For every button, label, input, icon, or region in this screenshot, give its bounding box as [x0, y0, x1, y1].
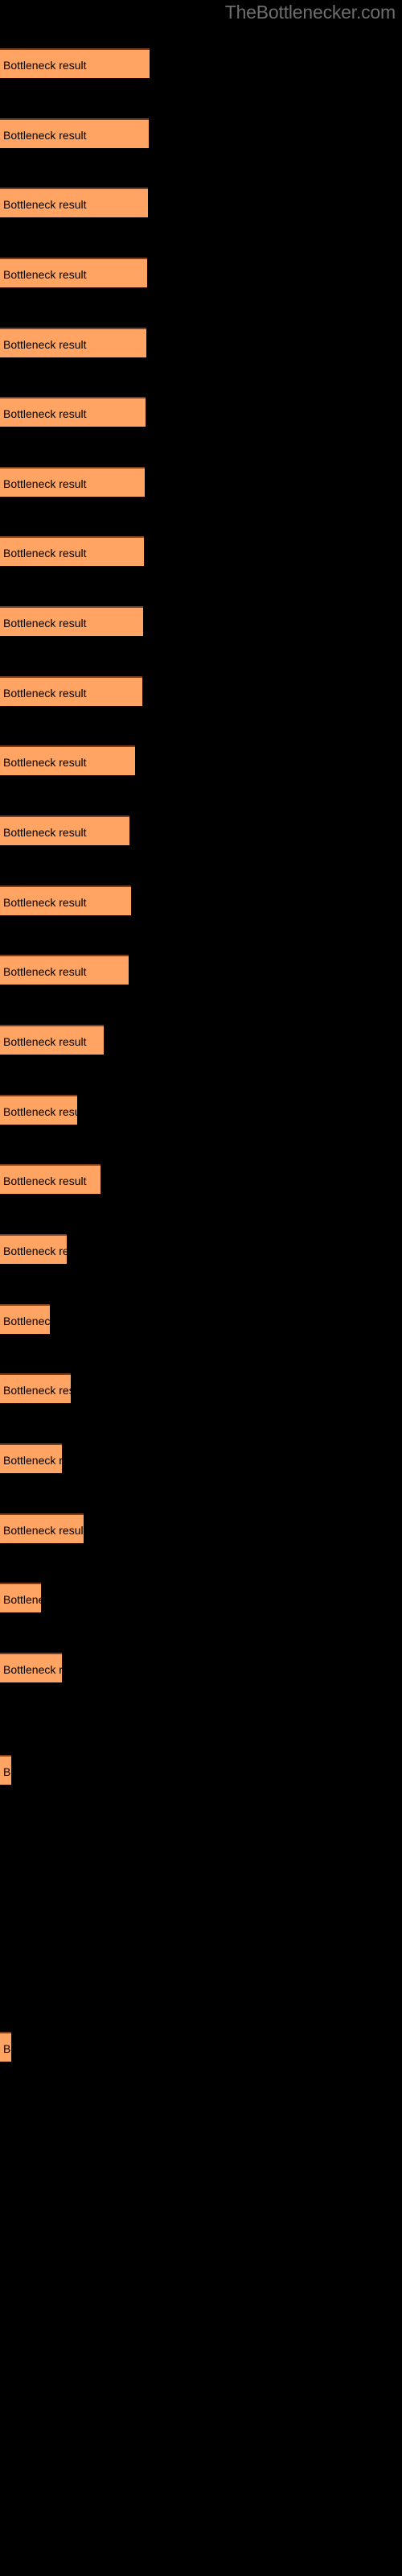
bottleneck-result-bar[interactable]: Bottleneck result [0, 1513, 84, 1543]
bar-label: Bottleneck result [3, 547, 87, 559]
bottleneck-result-bar[interactable]: Bottleneck result [0, 1583, 41, 1612]
bar-label: Bottleneck result [3, 1105, 77, 1118]
bottleneck-result-bar[interactable]: Bottleneck result [0, 676, 142, 706]
bottleneck-bar-chart: Bottleneck result Bottleneck result Bottle… [0, 0, 402, 2576]
bar-label: Bottleneck result [3, 1245, 67, 1257]
bottleneck-result-bar[interactable]: Bottleneck result [0, 1443, 62, 1473]
bottleneck-result-bar[interactable]: Bottleneck result [0, 1653, 62, 1682]
bar-label: Bottleneck result [3, 198, 87, 211]
bar-label: Bottleneck result [3, 756, 87, 769]
bar-label: Bottleneck result [3, 338, 87, 351]
bar-label: Bottleneck result [3, 1765, 11, 1778]
bottleneck-result-bar[interactable]: Bottleneck result [0, 1095, 77, 1125]
bottleneck-result-bar[interactable]: Bottleneck result [0, 188, 148, 217]
bar-label: Bottleneck result [3, 687, 87, 700]
bottleneck-result-bar[interactable]: Bottleneck result [0, 1304, 50, 1334]
bar-label: Bottleneck result [3, 1384, 71, 1397]
bar-label: Bottleneck result [3, 268, 87, 281]
bottleneck-result-bar[interactable]: Bottleneck result [0, 1164, 100, 1194]
bottleneck-result-bar[interactable]: Bottleneck result [0, 258, 147, 287]
bar-label: Bottleneck result [3, 1035, 87, 1048]
bar-label: Bottleneck result [3, 129, 87, 142]
bottleneck-result-bar[interactable]: Bottleneck result [0, 606, 143, 636]
bar-label: Bottleneck result [3, 407, 87, 420]
bottleneck-result-bar[interactable]: Bottleneck result [0, 1755, 11, 1785]
bottleneck-result-bar[interactable]: Bottleneck result [0, 815, 129, 845]
bar-label: Bottleneck result [3, 477, 87, 490]
bar-label: Bottleneck result [3, 1174, 87, 1187]
bar-label: Bottleneck result [3, 1315, 50, 1327]
bar-label: Bottleneck result [3, 59, 87, 72]
bar-label: Bottleneck result [3, 2042, 11, 2055]
bar-label: Bottleneck result [3, 1524, 84, 1537]
bottleneck-result-bar[interactable]: Bottleneck result [0, 118, 149, 148]
bottleneck-result-bar[interactable]: Bottleneck result [0, 2032, 11, 2062]
bar-label: Bottleneck result [3, 826, 87, 839]
bottleneck-result-bar[interactable]: Bottleneck result [0, 1234, 67, 1264]
bar-label: Bottleneck result [3, 617, 87, 630]
bar-label: Bottleneck result [3, 896, 87, 909]
bottleneck-result-bar[interactable]: Bottleneck result [0, 467, 145, 497]
bar-label: Bottleneck result [3, 1454, 62, 1467]
bottleneck-result-bar[interactable]: Bottleneck result [0, 745, 135, 775]
bottleneck-result-bar[interactable]: Bottleneck result [0, 536, 144, 566]
bottleneck-result-bar[interactable]: Bottleneck result [0, 1025, 104, 1055]
bottleneck-result-bar[interactable]: Bottleneck result [0, 328, 146, 357]
bar-label: Bottleneck result [3, 1663, 62, 1676]
bar-label: Bottleneck result [3, 1593, 41, 1606]
bar-label: Bottleneck result [3, 965, 87, 978]
bottleneck-result-bar[interactable]: Bottleneck result [0, 1373, 71, 1403]
bottleneck-result-bar[interactable]: Bottleneck result [0, 886, 131, 915]
bottleneck-result-bar[interactable]: Bottleneck result [0, 955, 129, 985]
bottleneck-result-bar[interactable]: Bottleneck result [0, 397, 146, 427]
bottleneck-result-bar[interactable]: Bottleneck result [0, 48, 150, 78]
